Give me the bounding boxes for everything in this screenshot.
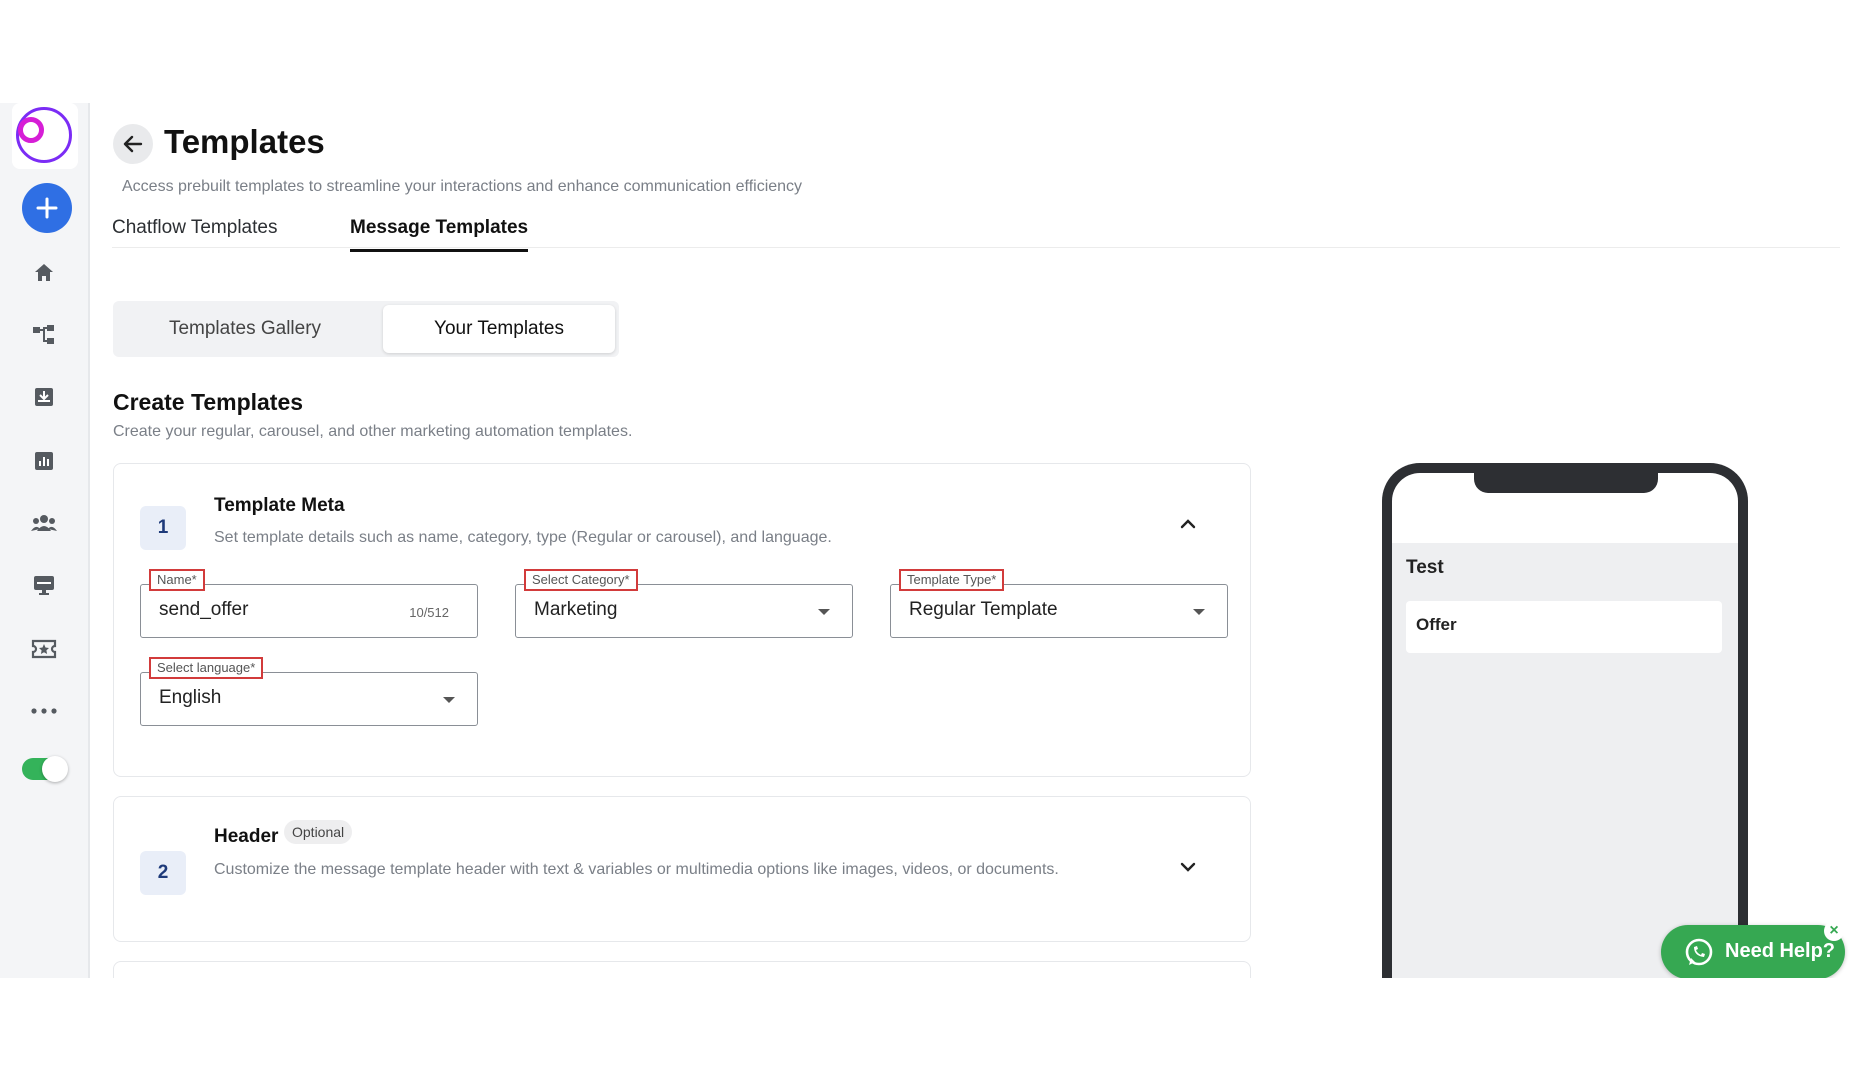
segment-templates-gallery[interactable]: Templates Gallery	[113, 301, 377, 357]
nav-analytics[interactable]	[28, 445, 60, 477]
preview-message-text: Offer	[1416, 615, 1457, 634]
language-select[interactable]: Select language* English	[140, 657, 478, 726]
header-card: 2 Header Optional Customize the message …	[113, 796, 1251, 942]
ticket-icon	[31, 639, 57, 659]
category-label: Select Category*	[524, 569, 638, 591]
template-meta-card: 1 Template Meta Set template details suc…	[113, 463, 1251, 777]
sidebar	[0, 103, 90, 978]
template-tabs: Chatflow Templates Message Templates	[112, 207, 1840, 252]
name-field[interactable]: Name* send_offer 10/512	[140, 569, 478, 638]
inbox-icon	[35, 388, 53, 406]
add-button[interactable]	[22, 183, 72, 233]
next-card	[113, 961, 1251, 978]
page-title: Templates	[164, 123, 325, 160]
preview-title: Test	[1406, 557, 1444, 578]
users-icon	[31, 515, 57, 531]
need-help-button[interactable]: Need Help?	[1661, 925, 1845, 978]
dropdown-caret-icon	[443, 697, 455, 703]
back-button[interactable]	[113, 124, 153, 164]
dropdown-caret-icon	[818, 609, 830, 615]
close-icon[interactable]: ×	[1824, 921, 1844, 941]
toggle-knob	[42, 756, 68, 782]
flow-icon	[33, 325, 54, 344]
name-label: Name*	[149, 569, 205, 591]
template-type-select[interactable]: Template Type* Regular Template	[890, 569, 1228, 638]
whatsapp-icon	[1685, 938, 1713, 966]
category-value: Marketing	[534, 599, 618, 620]
dropdown-caret-icon	[1193, 609, 1205, 615]
tab-chatflow-templates[interactable]: Chatflow Templates	[112, 217, 277, 249]
nav-contacts[interactable]	[28, 507, 60, 539]
nav-home[interactable]	[28, 257, 60, 289]
nav-campaigns[interactable]	[28, 633, 60, 665]
step-number: 2	[140, 851, 186, 895]
tab-message-templates[interactable]: Message Templates	[350, 217, 529, 252]
name-char-count: 10/512	[409, 605, 449, 620]
create-templates-subtitle: Create your regular, carousel, and other…	[113, 423, 633, 440]
language-label: Select language*	[149, 657, 264, 679]
status-toggle[interactable]	[22, 756, 68, 782]
plus-icon	[36, 197, 58, 219]
chevron-down-icon[interactable]	[1178, 857, 1198, 877]
app-frame: Templates Access prebuilt templates to s…	[0, 103, 1866, 978]
segment-your-templates[interactable]: Your Templates	[383, 305, 615, 353]
card-title: Header	[214, 826, 279, 847]
card-description: Set template details such as name, categ…	[214, 529, 832, 546]
app-logo[interactable]	[12, 103, 78, 169]
chart-icon	[35, 452, 53, 470]
page-subtitle: Access prebuilt templates to streamline …	[122, 178, 803, 195]
more-icon	[31, 708, 57, 714]
nav-inbox[interactable]	[28, 381, 60, 413]
nav-flows[interactable]	[28, 319, 60, 351]
back-arrow-icon	[123, 135, 143, 153]
monitor-icon	[34, 576, 54, 595]
phone-screen: Test Offer	[1392, 543, 1738, 978]
create-templates-title: Create Templates	[113, 389, 304, 415]
card-title: Template Meta	[214, 495, 345, 516]
category-select[interactable]: Select Category* Marketing	[515, 569, 853, 638]
nav-more[interactable]	[28, 695, 60, 727]
nav-channels[interactable]	[28, 569, 60, 601]
logo-o	[18, 117, 44, 143]
language-value: English	[159, 687, 222, 708]
step-number: 1	[140, 506, 186, 550]
chevron-up-icon[interactable]	[1178, 514, 1198, 534]
need-help-label: Need Help?	[1725, 940, 1836, 962]
home-icon	[35, 264, 53, 281]
phone-preview: Test Offer	[1382, 463, 1748, 978]
preview-message-bubble: Offer	[1406, 601, 1722, 653]
phone-notch	[1474, 473, 1658, 493]
template-type-label: Template Type*	[899, 569, 1005, 591]
templates-segmented-control: Templates Gallery Your Templates	[113, 301, 619, 357]
card-description: Customize the message template header wi…	[214, 861, 1059, 878]
name-value: send_offer	[159, 599, 249, 620]
template-type-value: Regular Template	[909, 599, 1058, 620]
optional-badge: Optional	[284, 820, 353, 844]
